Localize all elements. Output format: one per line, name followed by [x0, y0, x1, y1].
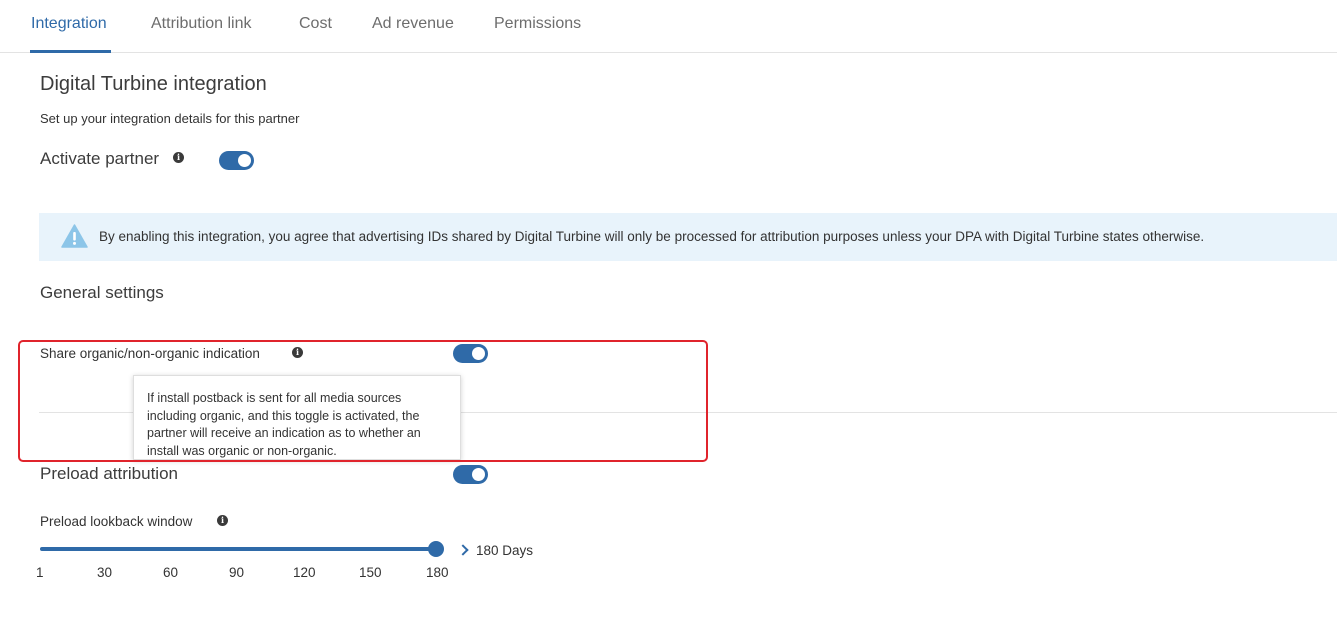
slider-tick-label: 150 [359, 565, 382, 580]
highlight-box [18, 340, 708, 462]
lookback-value: 180 Days [457, 543, 534, 558]
lookback-slider-track[interactable] [40, 547, 436, 551]
slider-tick-label: 120 [293, 565, 316, 580]
activate-partner-label: Activate partner [40, 149, 160, 168]
tab-attribution-link[interactable]: Attribution link [151, 15, 252, 33]
chevron-right-icon [457, 544, 469, 556]
tab-ad-revenue[interactable]: Ad revenue [372, 15, 454, 33]
general-settings-title: General settings [40, 283, 164, 302]
lookback-window-label: Preload lookback window [40, 514, 193, 529]
info-icon[interactable]: i [217, 515, 228, 526]
activate-partner-toggle[interactable] [219, 151, 254, 170]
preload-attribution-label: Preload attribution [40, 464, 178, 483]
slider-tick-label: 1 [36, 565, 44, 580]
slider-tick-label: 90 [229, 565, 245, 580]
tab-cost[interactable]: Cost [299, 15, 332, 33]
dpa-notice: By enabling this integration, you agree … [39, 213, 1337, 261]
info-icon[interactable]: i [173, 152, 184, 163]
toggle-knob [472, 468, 485, 481]
preload-attribution-toggle[interactable] [453, 465, 488, 484]
slider-tick-label: 180 [426, 565, 449, 580]
tab-bar: Integration Attribution link Cost Ad rev… [0, 0, 1337, 53]
slider-tick-label: 30 [97, 565, 113, 580]
toggle-knob [238, 154, 251, 167]
page-subtitle: Set up your integration details for this… [40, 111, 300, 126]
slider-tick-label: 60 [163, 565, 179, 580]
warning-icon [61, 224, 88, 248]
active-tab-indicator [30, 50, 111, 53]
lookback-slider-thumb[interactable] [428, 541, 444, 557]
page-title: Digital Turbine integration [40, 73, 267, 95]
tab-permissions[interactable]: Permissions [494, 15, 581, 33]
notice-text: By enabling this integration, you agree … [99, 229, 1205, 244]
lookback-value-text: 180 Days [476, 543, 534, 558]
tab-integration[interactable]: Integration [31, 15, 107, 33]
